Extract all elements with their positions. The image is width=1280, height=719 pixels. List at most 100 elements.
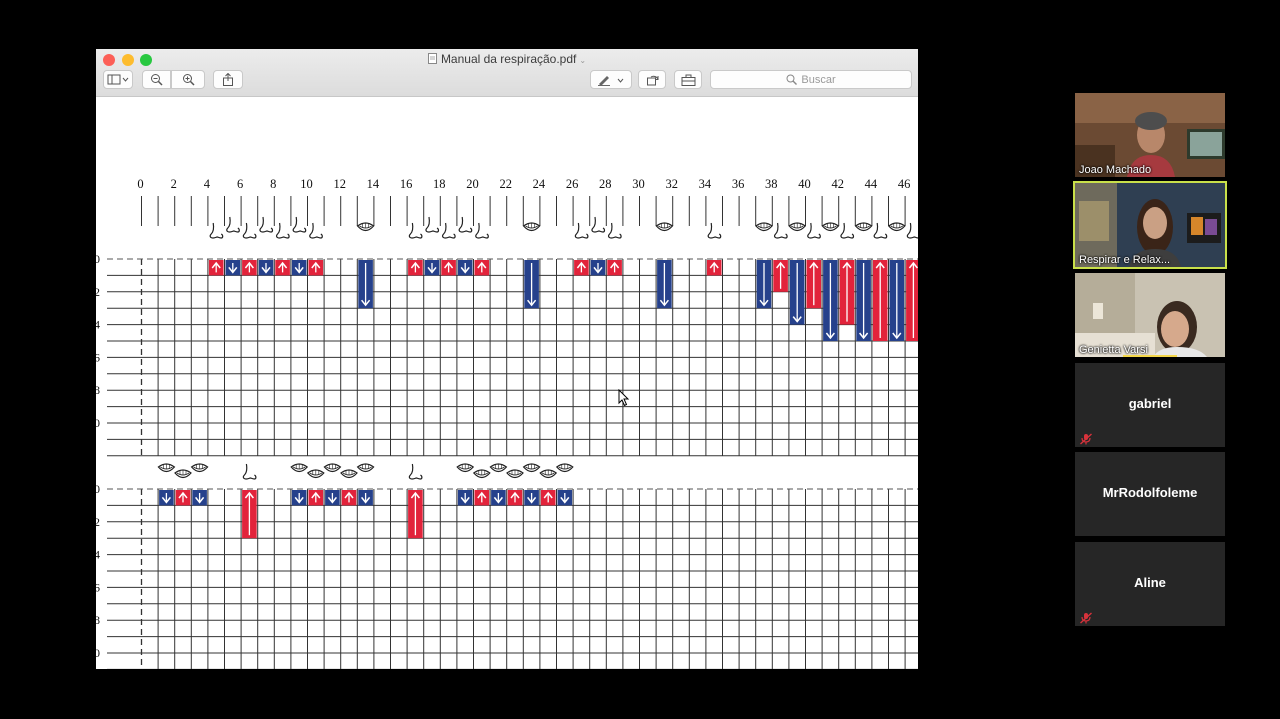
y-tick-label: 6: [96, 580, 100, 594]
nose-icon: [807, 222, 821, 239]
audio-level-indicator: [1123, 355, 1177, 357]
participant-tile[interactable]: Aline: [1075, 542, 1225, 626]
y-tick-label: 0: [96, 646, 100, 660]
nose-icon: [607, 222, 622, 239]
participant-tile[interactable]: gabriel: [1075, 363, 1225, 447]
mouth-icon: [522, 463, 541, 473]
search-icon: [786, 74, 798, 85]
nose-icon: [441, 222, 456, 239]
mouth-icon: [357, 222, 375, 232]
y-tick-label: 0: [96, 252, 100, 266]
x-tick-label: 36: [732, 177, 745, 191]
document-title-area[interactable]: Manual da respiração.pdf ⌄: [96, 52, 918, 66]
mouth-icon: [157, 463, 175, 473]
x-tick-label: 26: [566, 177, 579, 191]
document-title: Manual da respiração.pdf: [440, 52, 577, 66]
nose-icon: [707, 222, 722, 239]
pdf-viewer-window: Manual da respiração.pdf ⌄ Buscar 0 2 4 6 8 10…: [96, 49, 918, 669]
mouth-icon: [556, 463, 574, 473]
nose-icon: [574, 222, 589, 239]
nose-icon: [408, 222, 423, 239]
nose-icon: [458, 216, 473, 233]
mouth-icon: [290, 463, 308, 473]
muted-mic-icon: [1080, 612, 1092, 624]
nose-icon: [259, 216, 274, 233]
x-tick-label: 42: [831, 177, 844, 191]
search-field[interactable]: Buscar: [710, 70, 912, 89]
x-tick-label: 18: [433, 177, 446, 191]
x-tick-label: 28: [599, 177, 612, 191]
toolbox-button[interactable]: [674, 70, 702, 89]
mouth-icon: [323, 463, 341, 473]
x-tick-label: 6: [237, 177, 243, 191]
x-tick-label: 16: [400, 177, 413, 191]
participant-tile[interactable]: MrRodolfoleme: [1075, 452, 1225, 536]
x-tick-label: 40: [798, 177, 811, 191]
x-tick-label: 34: [699, 177, 712, 191]
x-tick-label: 8: [270, 177, 276, 191]
title-bar: Manual da respiração.pdf ⌄ Buscar: [96, 49, 918, 97]
nose-icon: [309, 222, 323, 239]
mouse-cursor-icon: [618, 389, 630, 407]
y-tick-label: 8: [96, 383, 100, 397]
pdf-file-icon: [427, 53, 437, 64]
y-tick-label: 2: [96, 515, 100, 529]
nose-icon: [242, 463, 257, 480]
nose-icon: [906, 222, 918, 239]
participant-name: Aline: [1134, 575, 1166, 590]
nose-icon: [591, 216, 606, 233]
x-tick-label: 30: [632, 177, 645, 191]
mouth-icon: [821, 222, 840, 232]
x-tick-label: 4: [204, 177, 211, 191]
mouth-icon: [340, 469, 358, 479]
mouth-icon: [788, 222, 806, 232]
x-tick-label: 38: [765, 177, 778, 191]
x-tick-label: 22: [499, 177, 512, 191]
x-tick-label: 12: [333, 177, 346, 191]
mouth-icon: [755, 222, 773, 232]
x-tick-label: 44: [865, 177, 878, 191]
toolbox-icon: [681, 74, 695, 86]
mouth-icon: [357, 463, 375, 473]
breathing-chart: 0 2 4 6 8 10 12 14 16 18 20 22 24 26 28 30 32 34 36 38 40 42 4…: [96, 177, 918, 669]
y-tick-label: 4: [96, 318, 100, 332]
mouth-icon: [655, 222, 674, 232]
x-tick-label: 46: [898, 177, 911, 191]
participant-tile[interactable]: Genietta Varsi: [1075, 273, 1225, 357]
mouth-icon: [191, 463, 209, 473]
rotate-button[interactable]: [638, 70, 666, 89]
markup-button[interactable]: [590, 70, 632, 89]
sidebar-icon: [107, 74, 129, 85]
participant-tile-active-speaker[interactable]: Respirar e Relax...: [1073, 181, 1227, 269]
mouth-icon: [522, 222, 541, 232]
chevron-down-icon: ⌄: [579, 56, 587, 65]
pdf-page[interactable]: 0 2 4 6 8 10 12 14 16 18 20 22 24 26 28 30 32 34 36 38 40 42 4…: [96, 96, 918, 669]
muted-mic-icon: [1080, 433, 1092, 445]
y-tick-label: 2: [96, 285, 100, 299]
nose-icon: [475, 222, 489, 239]
mouth-icon: [473, 469, 491, 479]
zoom-in-button[interactable]: [171, 70, 205, 89]
nose-icon: [773, 222, 788, 239]
nose-icon: [873, 222, 888, 239]
share-button[interactable]: [213, 70, 243, 89]
sidebar-toggle-button[interactable]: [103, 70, 133, 89]
rotate-icon: [646, 75, 658, 86]
y-tick-label: 6: [96, 350, 100, 364]
y-tick-label: 0: [96, 482, 100, 496]
mouth-icon: [854, 222, 873, 232]
x-tick-label: 24: [533, 177, 546, 191]
mouth-icon: [888, 222, 906, 232]
mouth-icon: [506, 469, 524, 479]
participant-tile[interactable]: Joao Machado: [1075, 93, 1225, 177]
nose-icon: [242, 222, 257, 239]
y-tick-label: 4: [96, 548, 100, 562]
y-tick-label: 8: [96, 613, 100, 627]
nose-icon: [408, 463, 423, 480]
participant-name: gabriel: [1128, 396, 1172, 411]
mouth-icon: [539, 469, 557, 479]
zoom-in-icon: [182, 74, 195, 86]
zoom-out-button[interactable]: [142, 70, 171, 89]
y-tick-label: 0: [96, 416, 100, 430]
mouth-icon: [456, 463, 474, 473]
